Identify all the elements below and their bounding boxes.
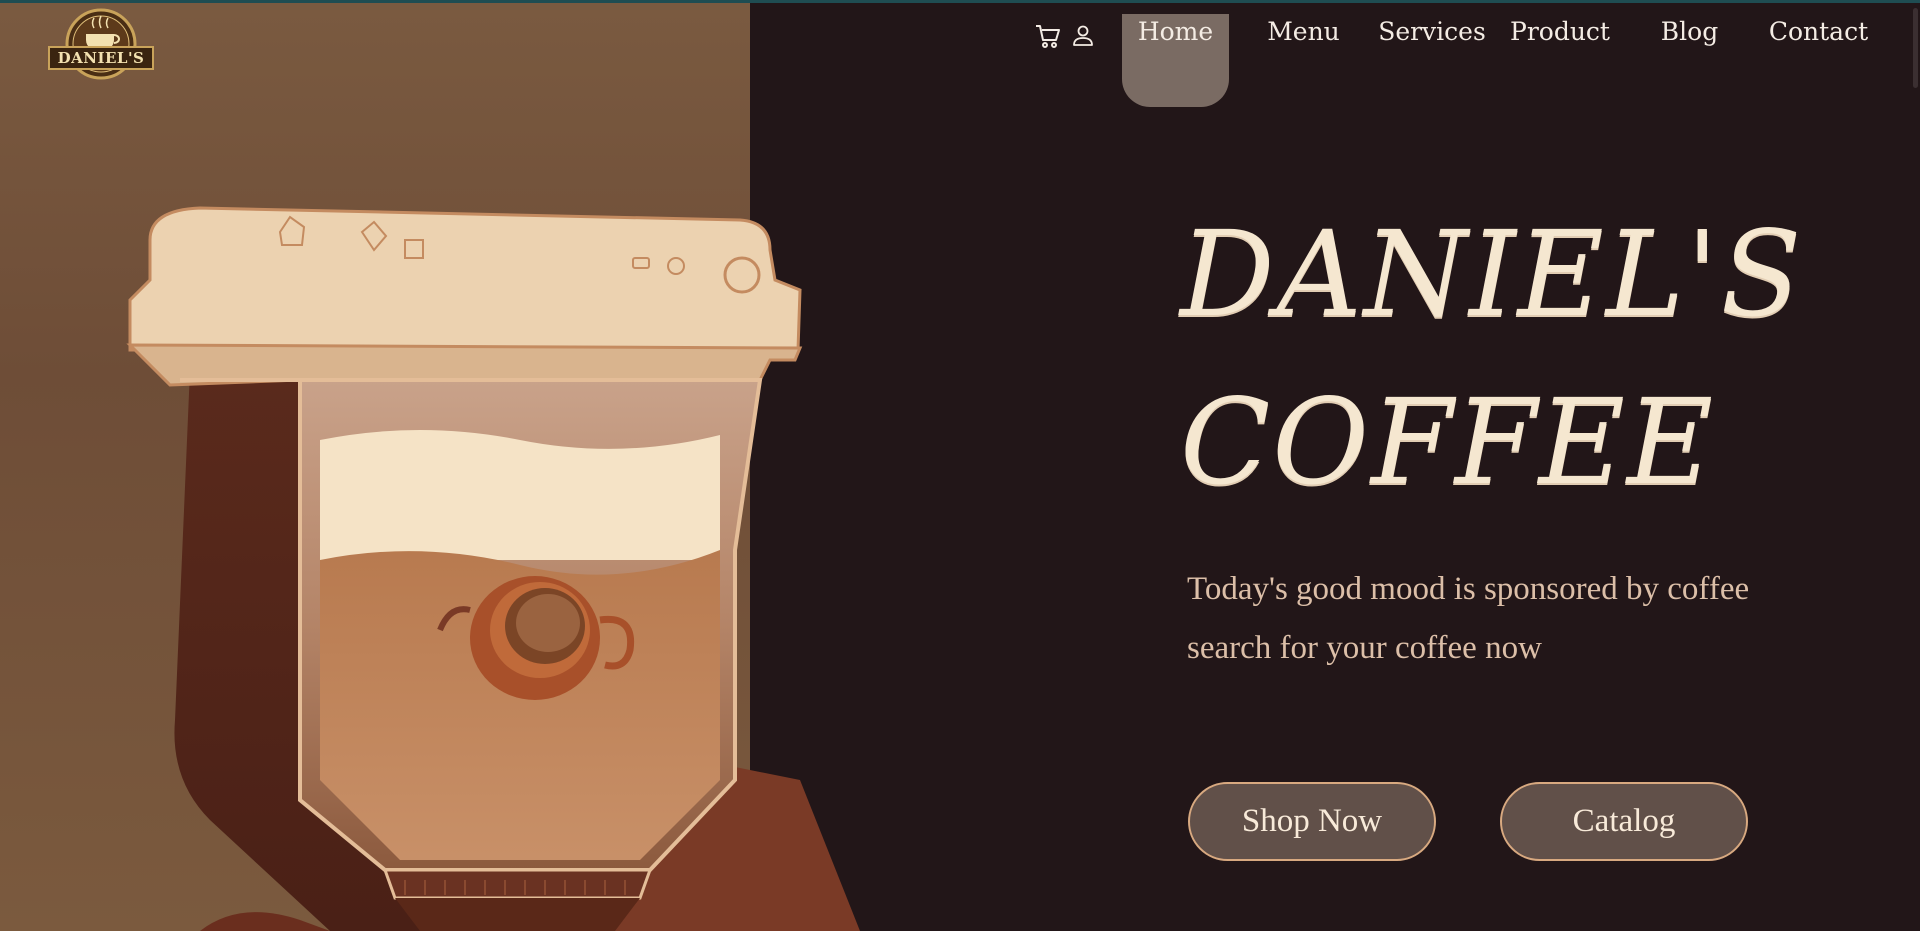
- nav-contact-link[interactable]: Contact: [1766, 12, 1871, 52]
- hero-subtitle-line-2: search for your coffee now: [1187, 630, 1542, 666]
- brand-logo[interactable]: DANIEL'S: [48, 8, 154, 80]
- catalog-button[interactable]: Catalog: [1500, 782, 1748, 861]
- scrollbar-thumb[interactable]: [1913, 8, 1918, 88]
- hero-title-line-2: COFFEE: [1180, 373, 1716, 511]
- nav-blog-link[interactable]: Blog: [1652, 12, 1727, 52]
- hero-subtitle-line-1: Today's good mood is sponsored by coffee: [1187, 571, 1750, 607]
- logo-text: DANIEL'S: [48, 46, 154, 70]
- hero-title: DANIEL'S COFFEE: [1180, 190, 1880, 526]
- nav-menu-link[interactable]: Menu: [1256, 12, 1351, 52]
- nav-services-link[interactable]: Services: [1376, 12, 1488, 52]
- coffee-grinder-illustration: [126, 206, 860, 931]
- hero-subtitle: Today's good mood is sponsored by coffee…: [1187, 560, 1887, 678]
- shop-now-button[interactable]: Shop Now: [1188, 782, 1436, 861]
- hero-title-line-1: DANIEL'S: [1180, 205, 1804, 343]
- nav-home-link[interactable]: Home: [1128, 12, 1223, 52]
- user-icon[interactable]: [1070, 20, 1100, 50]
- nav-product-link[interactable]: Product: [1510, 12, 1610, 52]
- cart-icon[interactable]: [1033, 20, 1063, 50]
